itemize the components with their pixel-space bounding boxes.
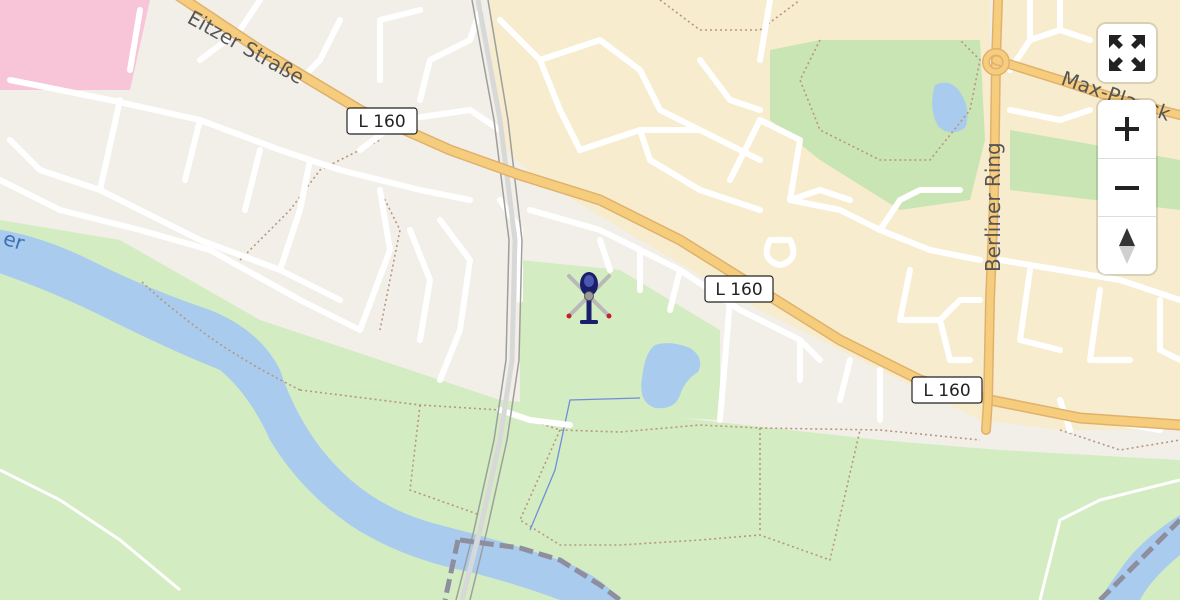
map-canvas[interactable]: Eitzer Straße Berliner Ring Max-Planck e… [0, 0, 1180, 600]
road-shield-label: L 160 [923, 381, 970, 401]
zoom-in-icon [1115, 117, 1139, 141]
zoom-in-button[interactable] [1098, 100, 1156, 158]
pink-landuse-area [0, 0, 150, 90]
fullscreen-icon [1109, 35, 1145, 71]
zoom-out-icon [1115, 185, 1139, 190]
road-shield: L 160 [346, 107, 418, 135]
fullscreen-control [1098, 24, 1156, 82]
reset-north-button[interactable] [1098, 216, 1156, 274]
fullscreen-button[interactable] [1098, 24, 1156, 82]
road-shield: L 160 [911, 376, 983, 404]
zoom-out-button[interactable] [1098, 158, 1156, 216]
road-shield: L 160 [704, 275, 774, 303]
road-shield-label: L 160 [715, 280, 762, 300]
map-controls [1098, 24, 1156, 274]
compass-north-icon [1119, 227, 1135, 264]
street-label-berliner-ring: Berliner Ring [981, 142, 1005, 272]
road-shield-label: L 160 [358, 112, 405, 132]
zoom-control [1098, 100, 1156, 274]
